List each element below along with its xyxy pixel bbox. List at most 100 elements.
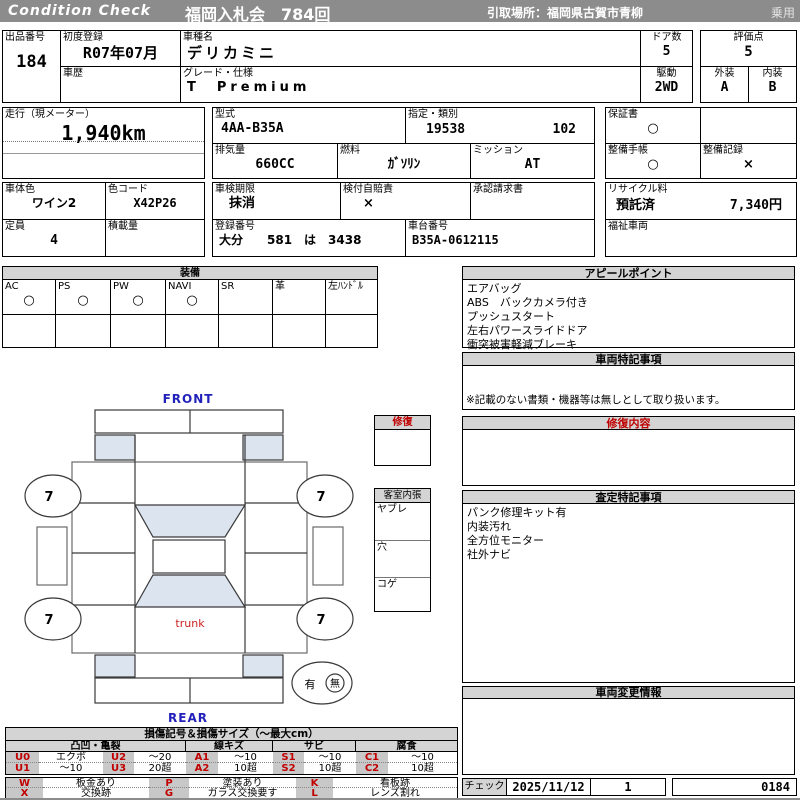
welfare-label: 福祉車両 xyxy=(608,221,648,232)
warranty-spare-cell xyxy=(701,108,796,144)
model-name-label: 車種名 xyxy=(183,32,213,43)
drive-value: 2WD xyxy=(654,80,679,95)
legend-value: エクボ xyxy=(39,752,103,763)
legend-value: 塗装あり xyxy=(189,778,296,789)
equipment-label: PW xyxy=(113,281,129,292)
appeal-line: 左右パワースライドドア xyxy=(467,324,588,337)
insurance-value: × xyxy=(363,196,374,211)
fuel-label: 燃料 xyxy=(340,145,360,156)
mileage-divider-dotted xyxy=(3,141,204,142)
drive-cell: 駆動 2WD xyxy=(641,67,692,102)
equipment-mark: ○ xyxy=(186,293,198,308)
legend-code-text: C2 xyxy=(364,763,380,774)
damage-legend-table: 損傷記号＆損傷サイズ（～最大cm） 凸凹・亀裂 線キズ サビ 腐食 U0 エクボ… xyxy=(5,727,458,775)
maintenance-record-cell: 整備記録 × xyxy=(701,144,796,179)
chassis-number-cell: 車台番号 B35A-0612115 xyxy=(406,220,594,256)
inspection-value: 抹消 xyxy=(229,196,256,211)
assessment-line: 全方位モニター xyxy=(467,534,544,547)
color-code-value: X42P26 xyxy=(133,196,177,210)
cabin-interior-header: 客室内張 xyxy=(375,489,430,503)
car-damage-diagram: FRONT REAR trunk 7 7 7 7 有 無 xyxy=(24,392,354,725)
mileage-box: 走行（現メーター） 1,940km xyxy=(2,107,205,179)
legend-code: K xyxy=(296,778,333,789)
diagram-front-label: FRONT xyxy=(163,392,214,406)
fuel-cell: 燃料 ｶﾞｿﾘﾝ xyxy=(338,144,471,179)
color-table: 車体色 ワイン2 色コード X42P26 定員 4 積載量 xyxy=(2,182,205,257)
legend-value: 20超 xyxy=(134,763,186,774)
ref-number-box: 0184 xyxy=(672,778,797,796)
interior-grade-label: 内装 xyxy=(762,68,783,79)
legend-group-scratch: 線キズ xyxy=(186,741,273,752)
body-color-cell: 車体色 ワイン2 xyxy=(3,183,106,220)
ref-number-value: 0184 xyxy=(761,780,790,794)
cabin-interior-box: 客室内張 ヤブレ 穴 コゲ xyxy=(374,488,431,612)
equipment-empty-cell xyxy=(273,315,326,348)
legend-code: U2 xyxy=(103,752,134,763)
doors-value: 5 xyxy=(662,44,671,59)
history-cell: 車歴 xyxy=(61,67,181,102)
insurance-label: 検付自賠責 xyxy=(343,184,393,195)
cabin-interior-row-burn: コゲ xyxy=(375,578,430,611)
legend-code: U1 xyxy=(6,763,39,774)
documents-table: 保証書 ○ 整備手帳 ○ 整備記録 × xyxy=(605,107,797,179)
color-code-label: 色コード xyxy=(108,184,148,195)
legend-group-rust: サビ xyxy=(273,741,356,752)
score-label: 評価点 xyxy=(733,32,764,43)
class-number-cell: 指定・類別 19538 102 xyxy=(406,108,594,144)
legend-value: ～10 xyxy=(304,752,356,763)
assessment-line: 内装汚れ xyxy=(467,520,511,533)
appeal-title-text: アピールポイント xyxy=(584,267,673,280)
recycle-table: リサイクル料 預託済 7,340円 福祉車両 xyxy=(605,182,797,257)
class-number-2: 102 xyxy=(552,122,576,137)
grade-label: グレード・仕様 xyxy=(183,68,253,79)
registration-table: 車検期限 抹消 検付自賠責 × 承認請求書 登録番号 大分 581 は 3438… xyxy=(212,182,595,257)
displacement-value: 660CC xyxy=(255,157,295,172)
chassis-number-value: B35A-0612115 xyxy=(412,233,499,247)
doors-cell: ドア数 5 xyxy=(641,31,692,67)
cabin-interior-title-text: 客室内張 xyxy=(383,490,422,501)
repair-mark-header: 修復 xyxy=(375,416,430,430)
transmission-cell: ミッション AT xyxy=(471,144,594,179)
maintenance-book-label: 整備手帳 xyxy=(608,145,648,156)
legend-title: 損傷記号＆損傷サイズ（～最大cm） xyxy=(6,728,457,741)
legend-code-text: S2 xyxy=(281,763,296,774)
capacity-cell: 定員 4 xyxy=(3,220,106,256)
assessment-line: パンク修理キット有 xyxy=(467,506,567,519)
score-box: 評価点 5 外装 A 内装 B xyxy=(700,30,797,103)
equipment-label: 革 xyxy=(275,281,285,292)
appeal-line: 衝突被害軽減ブレーキ xyxy=(467,338,577,351)
repair-detail-header: 修復内容 xyxy=(462,416,795,430)
equipment-label: NAVI xyxy=(168,281,192,292)
legend-code-text: U2 xyxy=(110,752,127,763)
lot-number-value: 184 xyxy=(16,52,47,72)
cabin-interior-row-tear: ヤブレ xyxy=(375,503,430,541)
presence-no-label: 無 xyxy=(330,677,340,690)
maintenance-record-value: × xyxy=(743,157,754,172)
equipment-col-leather: 革 xyxy=(273,280,326,314)
recycle-fee-cell: リサイクル料 預託済 7,340円 xyxy=(606,183,796,220)
exterior-grade-value: A xyxy=(720,80,729,95)
tread-depth-rear-left: 7 xyxy=(44,613,53,628)
legend-value: 看板跡 xyxy=(333,778,457,789)
body-color-label: 車体色 xyxy=(5,184,35,195)
first-registration-value: R07年07月 xyxy=(82,44,159,62)
check-count-cell: 1 xyxy=(591,779,665,795)
equipment-title: 装備 xyxy=(3,267,377,280)
legend-code-text: U0 xyxy=(14,752,31,763)
model-name-cell: 車種名 デリカミニ xyxy=(181,31,641,67)
interior-grade-cell: 内装 B xyxy=(749,67,796,102)
equipment-label: 左ﾊﾝﾄﾞﾙ xyxy=(328,281,363,292)
chassis-number-label: 車台番号 xyxy=(408,221,448,232)
transmission-value: AT xyxy=(524,157,541,172)
model-code-label: 型式 xyxy=(215,109,235,120)
equipment-empty-cell xyxy=(111,315,166,348)
legend-value: 板金あり xyxy=(43,778,149,789)
legend-code-text: S1 xyxy=(281,752,296,763)
recycle-fee-value: 7,340円 xyxy=(729,198,782,213)
legend-code-text: A1 xyxy=(194,752,210,763)
vehicle-notes-title-text: 車両特記事項 xyxy=(595,353,662,366)
maintenance-book-cell: 整備手帳 ○ xyxy=(606,144,701,179)
equipment-label: AC xyxy=(5,281,19,292)
legend-value: 10超 xyxy=(304,763,356,774)
legend-code: P xyxy=(149,778,189,789)
